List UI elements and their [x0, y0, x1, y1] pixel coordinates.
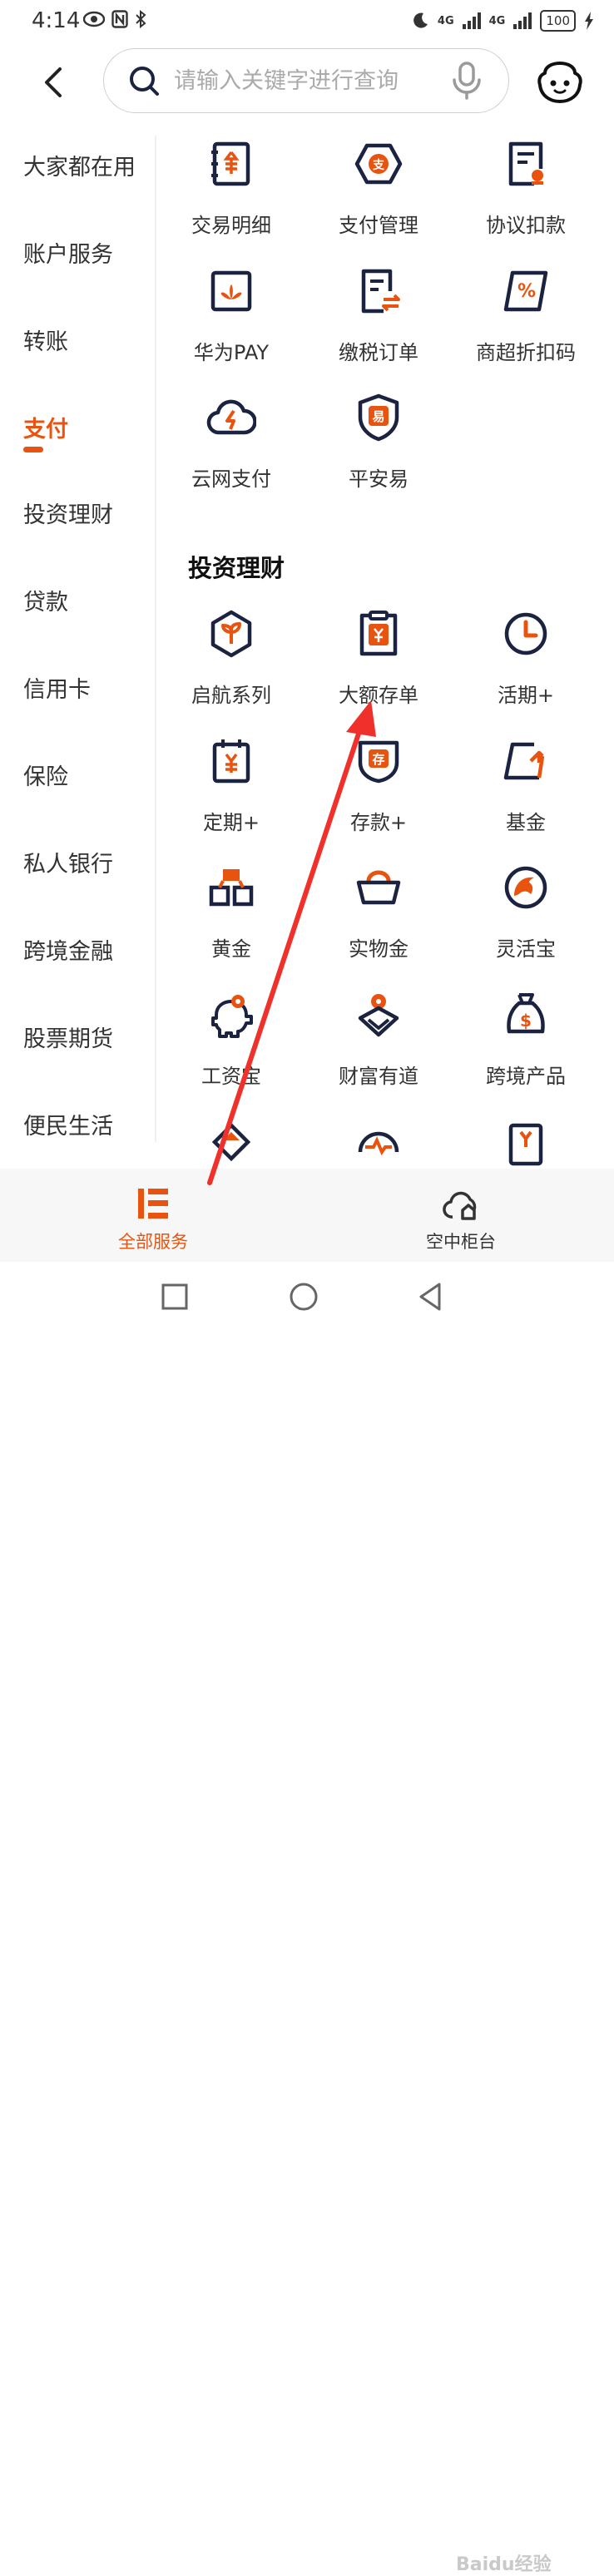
gold-bars-icon: [209, 869, 254, 907]
nfc-icon: [111, 10, 128, 28]
sidebar-item-credit-card[interactable]: 信用卡: [23, 671, 91, 704]
search-bar[interactable]: [103, 48, 509, 113]
service-tax-order[interactable]: 缴税订单: [304, 266, 453, 374]
search-input[interactable]: [172, 67, 450, 95]
partial-diamond-icon: [211, 1122, 251, 1162]
partial-pulse-icon: [358, 1131, 399, 1156]
sidebar-item-payment[interactable]: 支付: [23, 411, 68, 443]
service-qihang-series[interactable]: 启航系列: [156, 609, 306, 717]
payment-hexagon-icon: 支: [354, 143, 403, 185]
service-wealth-way[interactable]: 财富有道: [304, 990, 453, 1098]
large-deposit-clipboard-icon: [359, 611, 398, 656]
clock-icon: [504, 612, 547, 655]
service-partial-3[interactable]: [451, 1119, 601, 1169]
tab-all-services[interactable]: 全部服务: [70, 1169, 236, 1262]
service-gold[interactable]: 黄金: [156, 863, 306, 971]
svg-text:易: 易: [372, 409, 384, 424]
active-indicator: [23, 447, 43, 452]
ledger-yuan-icon: [211, 141, 250, 186]
service-deposit-plus[interactable]: 存 存款+: [304, 736, 453, 844]
network-indicator: 4G: [437, 14, 454, 27]
fixed-term-calendar-icon: [212, 739, 250, 784]
service-huawei-pay[interactable]: 华为PAY: [156, 266, 306, 374]
wealth-diamond-icon: [358, 994, 399, 1037]
dolphin-icon: [504, 866, 547, 909]
assistant-robot-icon[interactable]: [537, 62, 583, 103]
svg-text:存: 存: [372, 752, 384, 767]
partial-ledger-icon: [508, 1123, 543, 1166]
sidebar-item-life[interactable]: 便民生活: [23, 1108, 113, 1140]
moon-icon: [413, 12, 428, 28]
sprout-hexagon-icon: [210, 610, 252, 658]
eye-icon: [83, 11, 105, 27]
tax-order-icon: [361, 269, 400, 314]
service-payment-management[interactable]: 支 支付管理: [304, 139, 453, 247]
svg-text:支: 支: [372, 158, 385, 172]
cloud-payment-icon: [206, 399, 256, 435]
signal-icon: [462, 12, 481, 29]
service-cloud-payment[interactable]: 云网支付: [156, 393, 306, 501]
signal-icon-2: [513, 12, 532, 29]
bluetooth-icon: [136, 10, 146, 28]
sidebar-item-popular[interactable]: 大家都在用: [23, 149, 136, 181]
deposit-shield-icon: 存: [358, 740, 399, 784]
sidebar-item-transfer[interactable]: 转账: [23, 324, 68, 356]
piggy-bank-icon: [211, 995, 253, 1038]
cloud-home-icon: [443, 1191, 477, 1220]
money-bag-icon: $: [507, 993, 545, 1034]
service-discount-code[interactable]: % 商超折扣码: [451, 266, 601, 374]
sidebar-item-investment[interactable]: 投资理财: [23, 497, 113, 529]
all-services-icon: [138, 1189, 168, 1219]
category-sidebar: 大家都在用 账户服务 转账 支付 投资理财 贷款 信用卡 保险 私人银行 跨境金…: [0, 122, 155, 1169]
pingan-yi-shield-icon: 易: [358, 393, 399, 442]
sidebar-item-stocks[interactable]: 股票期货: [23, 1021, 113, 1053]
tab-air-counter[interactable]: 空中柜台: [378, 1169, 544, 1262]
sidebar-item-insurance[interactable]: 保险: [23, 759, 68, 791]
service-cross-border-products[interactable]: $ 跨境产品: [451, 990, 601, 1098]
search-icon: [130, 67, 159, 96]
discount-code-icon: %: [503, 270, 548, 312]
service-physical-gold[interactable]: 实物金: [304, 863, 453, 971]
service-linghuobao[interactable]: 灵活宝: [451, 863, 601, 971]
bottom-navigation: 全部服务 空中柜台: [0, 1169, 614, 1262]
microphone-icon[interactable]: [450, 62, 483, 100]
service-pingan-yi[interactable]: 易 平安易: [304, 393, 453, 501]
service-agreement-deduction[interactable]: 协议扣款: [451, 139, 601, 247]
charging-icon: [585, 12, 593, 30]
gold-ingot-icon: [356, 870, 401, 905]
service-large-deposit[interactable]: 大额存单: [304, 609, 453, 717]
sidebar-item-private-bank[interactable]: 私人银行: [23, 846, 113, 878]
back-nav-icon[interactable]: [414, 1280, 448, 1313]
huawei-pay-icon: [210, 270, 252, 312]
sidebar-item-loan[interactable]: 贷款: [23, 584, 68, 616]
service-partial-2[interactable]: [304, 1119, 453, 1169]
home-icon[interactable]: [287, 1280, 320, 1313]
service-fixed-plus[interactable]: 定期+: [156, 736, 306, 844]
fund-chart-icon: [503, 742, 545, 780]
battery-indicator: 100: [540, 10, 576, 32]
sidebar-item-cross-border[interactable]: 跨境金融: [23, 933, 113, 966]
service-partial-1[interactable]: [156, 1119, 306, 1169]
section-title-investment: 投资理财: [188, 554, 285, 582]
watermark: Baidu经验: [456, 2554, 552, 2575]
system-navigation-bar: Baidu经验: [0, 1262, 614, 2575]
service-current-plus[interactable]: 活期+: [451, 609, 601, 717]
network-indicator-2: 4G: [488, 14, 506, 27]
svg-text:%: %: [517, 281, 536, 302]
agreement-document-icon: [508, 141, 543, 186]
chevron-left-icon: [45, 67, 62, 97]
sidebar-item-account[interactable]: 账户服务: [23, 236, 113, 269]
service-salary-treasure[interactable]: 工资宝: [156, 990, 306, 1098]
service-transaction-details[interactable]: 交易明细: [156, 139, 306, 247]
back-button[interactable]: [37, 62, 70, 103]
status-time: 4:14: [32, 8, 81, 33]
recent-apps-icon[interactable]: [158, 1280, 191, 1313]
service-grid: 交易明细 支 支付管理 协议扣款 华为PAY 缴税订单 % 商超折扣码 云网支付…: [156, 122, 614, 1169]
status-bar: 4:14 4G 4G 100: [0, 0, 614, 43]
header: [0, 43, 614, 122]
svg-text:$: $: [520, 1011, 532, 1031]
service-fund[interactable]: 基金: [451, 736, 601, 844]
